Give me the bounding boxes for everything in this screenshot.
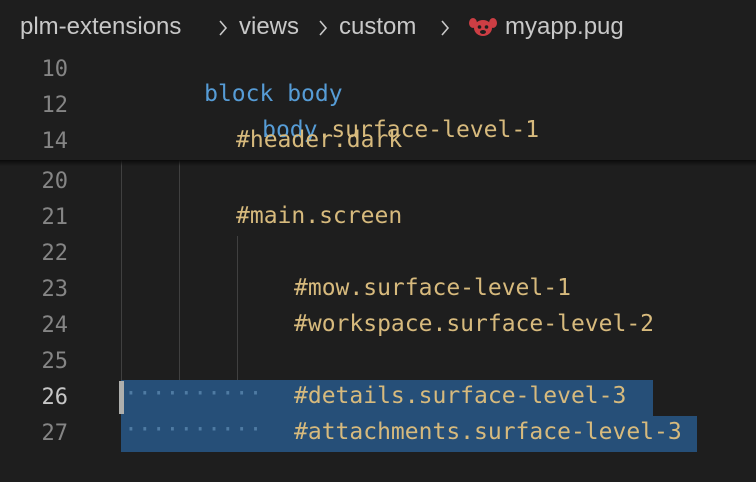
chevron-right-icon: [219, 20, 228, 36]
code-line[interactable]: 21 #main.screen: [0, 200, 756, 236]
code-text: #attachments.surface-level-3: [294, 419, 682, 445]
code-line[interactable]: 20: [0, 164, 756, 200]
code-line[interactable]: 24 #workspace.surface-level-2: [0, 308, 756, 344]
line-number: 24: [41, 313, 69, 338]
sticky-line[interactable]: 10 block body: [0, 52, 756, 107]
breadcrumb-item-custom[interactable]: custom: [339, 13, 416, 41]
code-text: #workspace.surface-level-2: [294, 311, 655, 337]
breadcrumb-item-views[interactable]: views: [239, 13, 299, 41]
line-number: 10: [41, 57, 69, 82]
code-line-active[interactable]: 26 #details.surface-level-3: [0, 380, 756, 416]
chevron-right-icon: [441, 20, 450, 36]
breadcrumb: plm-extensions views custom myapp.pug: [0, 0, 756, 56]
line-number: 21: [41, 205, 69, 230]
line-number: 23: [41, 277, 69, 302]
line-number: 27: [41, 421, 69, 446]
code-line[interactable]: 25: [0, 344, 756, 380]
breadcrumb-item-plm-extensions[interactable]: plm-extensions: [20, 13, 181, 41]
line-number: 14: [41, 129, 69, 154]
code-text: #main.screen: [236, 203, 403, 229]
code-line[interactable]: 23 #mow.surface-level-1: [0, 272, 756, 308]
line-number: 26: [41, 385, 69, 410]
breadcrumb-file-name[interactable]: myapp.pug: [505, 13, 624, 41]
code-line[interactable]: 22: [0, 236, 756, 272]
code-text: #header.dark: [236, 127, 403, 153]
sticky-line[interactable]: 14 #header.dark: [0, 124, 756, 160]
line-number: 12: [41, 93, 69, 118]
code-text: #mow.surface-level-1: [294, 275, 571, 301]
code-text: #details.surface-level-3: [294, 383, 627, 409]
text-cursor: [119, 381, 124, 414]
sticky-line[interactable]: 12 body.surface-level-1: [0, 88, 756, 143]
chevron-right-icon: [319, 20, 328, 36]
pug-icon: [469, 18, 497, 36]
line-number: 22: [41, 241, 69, 266]
line-number: 20: [41, 169, 69, 194]
code-line[interactable]: 27 #attachments.surface-level-3: [0, 416, 756, 452]
line-number: 25: [41, 349, 69, 374]
sticky-scroll-shadow: [0, 160, 756, 166]
sticky-scroll[interactable]: 10 block body 12 body.surface-level-1 14…: [0, 52, 756, 160]
